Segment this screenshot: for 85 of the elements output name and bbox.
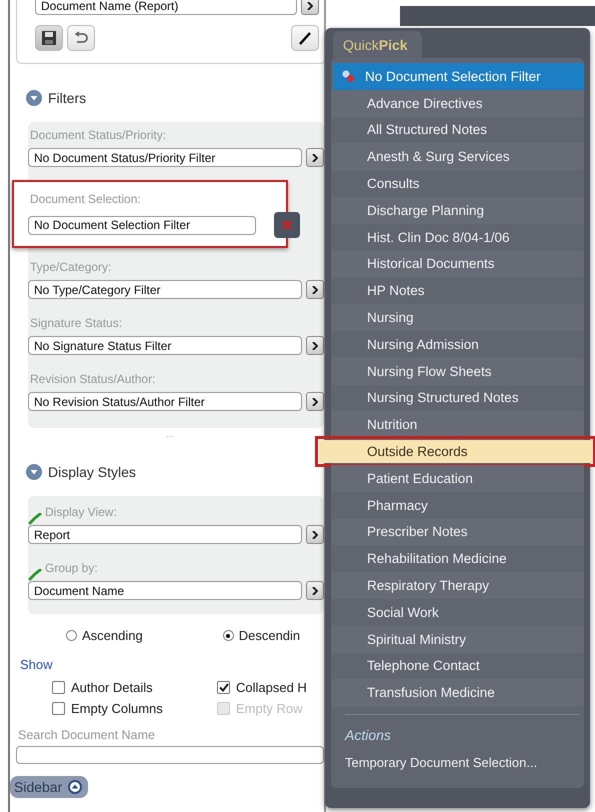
list-item[interactable]: Nursing Flow Sheets [331, 358, 584, 385]
field-label: Search Document Name [17, 728, 156, 744]
list-item[interactable]: HP Notes [331, 277, 584, 304]
collapse-icon[interactable] [26, 464, 42, 480]
radio-button[interactable] [66, 630, 77, 641]
list-item[interactable]: Prescriber Notes [331, 518, 584, 546]
section-title: Actions [344, 726, 392, 746]
action-item[interactable]: Temporary Document Selection... [331, 749, 584, 770]
checkbox[interactable] [52, 702, 65, 715]
section-title: Filters [48, 90, 86, 106]
dropdown-value: Document Name (Report) [41, 0, 178, 12]
list-item[interactable]: Patient Education [331, 464, 584, 492]
list-item[interactable]: Spiritual Ministry [331, 626, 584, 653]
search-field[interactable] [16, 746, 324, 764]
list-item[interactable]: Anesth & Surg Services [331, 143, 584, 170]
list-item[interactable]: Social Work [331, 598, 584, 626]
close-icon [282, 220, 292, 230]
sidebar-button[interactable]: Sidebar [10, 776, 88, 798]
dropdown[interactable]: Report [28, 525, 302, 544]
section-title: Display Styles [48, 464, 136, 480]
edit-button[interactable] [291, 25, 319, 51]
expand-icon [68, 780, 82, 794]
field-label: Signature Status: [29, 315, 124, 332]
save-button[interactable] [35, 25, 63, 51]
checkbox[interactable] [52, 681, 65, 694]
list-item[interactable]: Nursing Structured Notes [331, 384, 584, 412]
chevron-icon [312, 342, 318, 350]
quickpick-tab[interactable]: QuickPick [333, 31, 422, 58]
list-item[interactable]: Respiratory Therapy [331, 572, 584, 599]
field-label: Group by: [45, 560, 98, 577]
undo-button[interactable] [67, 25, 95, 51]
chevron-icon [307, 2, 313, 10]
field-label: Display View: [45, 504, 117, 521]
arrow-button[interactable] [306, 392, 324, 411]
arrow-button[interactable] [306, 280, 324, 299]
list-item[interactable]: Outside Records [319, 440, 592, 463]
list-item[interactable]: Hist. Clin Doc 8/04-1/06 [331, 224, 584, 251]
radio-label: Ascending [82, 628, 143, 643]
chevron-icon [312, 154, 318, 162]
list-item[interactable]: Advance Directives [331, 90, 584, 117]
checkbox-label: Empty Columns [71, 701, 163, 716]
arrow-button[interactable] [306, 148, 324, 167]
clear-button[interactable] [274, 212, 300, 238]
section-title: Show [20, 657, 54, 672]
list-item[interactable]: Pharmacy [331, 492, 584, 519]
list-item[interactable]: All Structured Notes [331, 116, 584, 144]
radio-button[interactable] [222, 630, 234, 641]
chevron-icon [312, 586, 318, 594]
filter-clear-icon [341, 69, 355, 84]
undo-icon [74, 31, 88, 45]
field-label: Revision Status/Author: [29, 371, 156, 388]
field-label: Document Status/Priority: [29, 127, 168, 144]
list-item[interactable]: Nursing Admission [331, 330, 584, 358]
arrow-button[interactable] [306, 336, 324, 355]
list-item[interactable]: Telephone Contact [331, 652, 584, 680]
list-item[interactable]: Discharge Planning [331, 196, 584, 224]
arrow-button[interactable] [306, 525, 324, 544]
list-item[interactable]: No Document Selection Filter [333, 63, 584, 90]
list-item[interactable]: Consults [331, 170, 584, 197]
dropdown[interactable]: Document Name [28, 581, 302, 600]
filter-dropdown[interactable]: No Type/Category Filter [28, 280, 302, 299]
arrow-button[interactable] [301, 0, 319, 15]
checkbox-label: Author Details [71, 680, 153, 695]
list-item[interactable]: Transfusion Medicine [331, 679, 584, 706]
filter-dropdown[interactable]: No Document Selection Filter [28, 216, 256, 234]
arrow-button[interactable] [306, 581, 324, 600]
pen-icon [297, 30, 313, 46]
collapse-icon[interactable] [26, 90, 42, 106]
chevron-icon [312, 530, 318, 538]
filter-dropdown[interactable]: No Document Status/Priority Filter [28, 148, 302, 167]
save-icon [42, 31, 56, 45]
checkbox-label: Empty Row [236, 701, 302, 716]
field-label: Document Selection: [29, 191, 142, 208]
chevron-icon [312, 398, 318, 406]
chevron-icon [312, 286, 318, 294]
checkbox-label: Collapsed H [236, 680, 307, 695]
filter-dropdown[interactable]: No Signature Status Filter [28, 336, 302, 355]
filter-dropdown[interactable]: No Revision Status/Author Filter [28, 392, 302, 411]
list-item[interactable]: Rehabilitation Medicine [331, 545, 584, 572]
list-item[interactable]: Historical Documents [331, 250, 584, 278]
list-item[interactable]: Nursing [331, 304, 584, 331]
field-label: Type/Category: [29, 259, 112, 276]
list-item[interactable]: Nutrition [331, 411, 584, 438]
checkbox[interactable] [217, 681, 230, 694]
radio-label: Descendin [238, 628, 300, 643]
